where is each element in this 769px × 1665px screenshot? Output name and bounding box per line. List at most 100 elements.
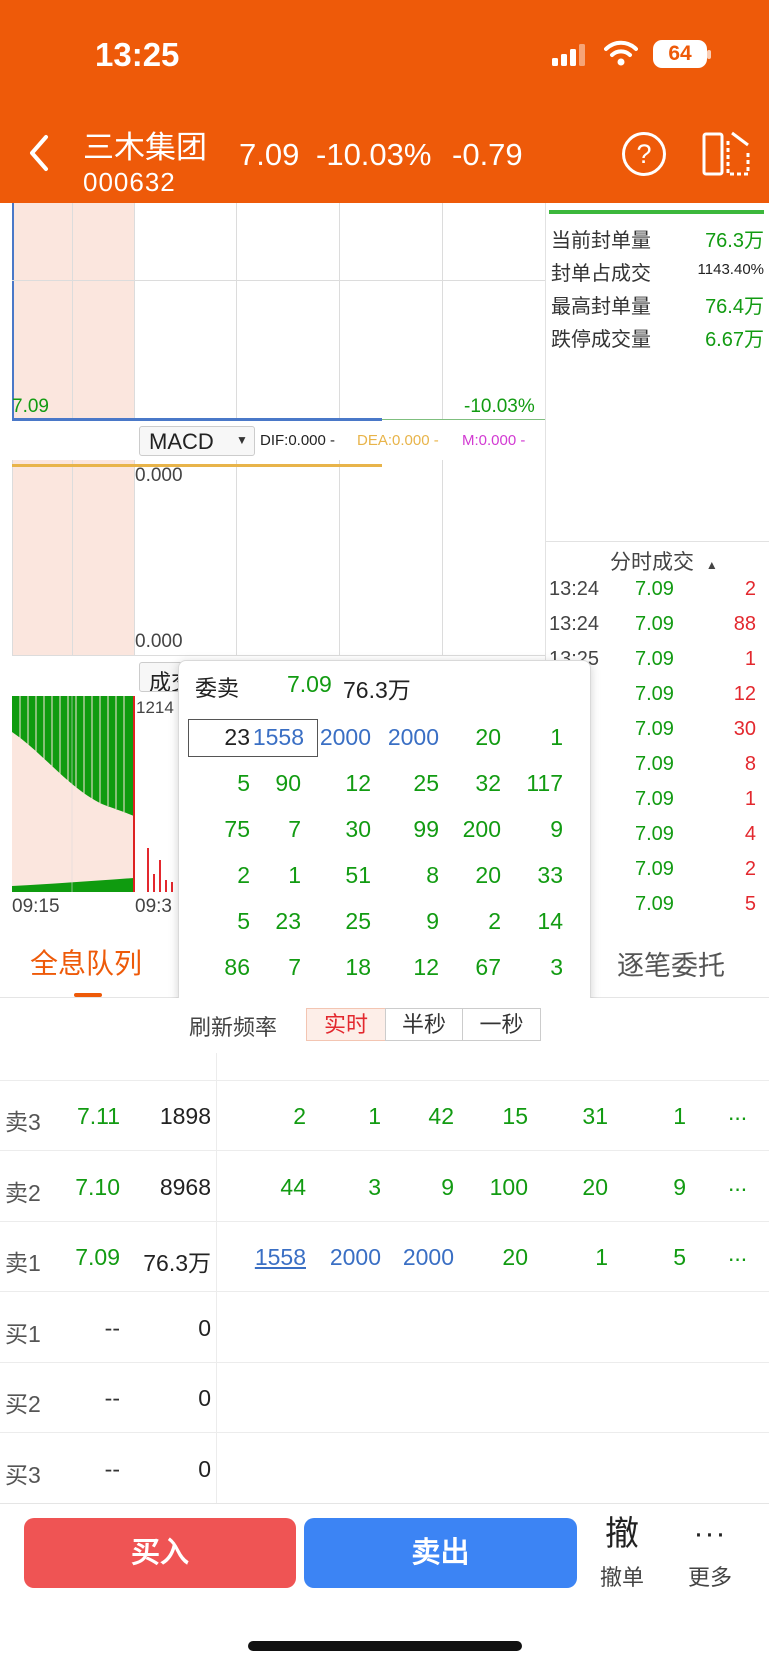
tab-tick-orders[interactable]: 逐笔委托 xyxy=(617,944,725,983)
order-cell: 1 xyxy=(595,1244,608,1270)
popup-order-cell: 3 xyxy=(550,954,563,980)
order-cell: 9 xyxy=(673,1173,686,1200)
order-book: 卖3 7.11 1898 2 1 42 15 31 1... 卖2 7.10 8968 44 3 9 100 2… xyxy=(0,1053,769,1503)
order-cell: 2000 xyxy=(329,1244,381,1270)
time-mid-label: 09:3 xyxy=(135,896,172,917)
order-cell: 9 xyxy=(441,1173,454,1200)
popup-order-cell: 99 xyxy=(413,816,439,842)
order-cell: 31 xyxy=(582,1103,608,1129)
refresh-half-second-button[interactable]: 半秒 xyxy=(385,1008,463,1041)
refresh-one-second-button[interactable]: 一秒 xyxy=(462,1008,541,1041)
popup-order-cell: 90 xyxy=(275,770,301,796)
more-button[interactable]: ··· 更多 xyxy=(680,1514,740,1594)
level-volume: 0 xyxy=(198,1314,211,1341)
popup-order-cell: 30 xyxy=(345,816,371,842)
switch-layout-icon[interactable] xyxy=(702,131,752,177)
order-book-row[interactable]: 卖1 7.09 76.3万 1558 2000 2000 20 1 5... xyxy=(0,1222,769,1292)
tick-panel-title[interactable]: 分时成交 ▲ xyxy=(610,546,718,576)
refresh-realtime-button[interactable]: 实时 xyxy=(306,1008,386,1041)
seal-row: 当前封单量 76.3万 xyxy=(551,230,764,252)
popup-order-cell: 67 xyxy=(475,954,501,980)
tab-indicator xyxy=(74,993,102,997)
order-cell: 1558 xyxy=(254,1244,306,1270)
m-value: M:0.000 - xyxy=(462,432,526,449)
order-book-row[interactable]: 买3 -- 0 xyxy=(0,1434,769,1503)
level-label: 卖1 xyxy=(5,1250,41,1276)
order-cell: 42 xyxy=(428,1103,454,1129)
pct-label: -10.03% xyxy=(464,396,535,417)
more-icon: ··· xyxy=(693,1517,727,1550)
macd-bottom-value: 0.000 xyxy=(135,631,183,652)
stock-name: 三木集团 xyxy=(83,130,207,165)
order-book-row[interactable]: 买2 -- 0 xyxy=(0,1363,769,1433)
level-price: -- xyxy=(104,1455,120,1482)
tab-full-queue[interactable]: 全息队列 xyxy=(30,942,142,982)
more-orders-icon[interactable]: ... xyxy=(728,1170,747,1197)
popup-price: 7.09 xyxy=(287,671,332,697)
popup-order-cell: 2 xyxy=(488,908,501,934)
macd-selector[interactable]: MACD ▼ xyxy=(139,426,255,456)
cancel-order-button[interactable]: 撤 撤单 xyxy=(592,1514,652,1594)
order-cell: 100 xyxy=(489,1173,528,1200)
price-label: 7.09 xyxy=(12,396,49,417)
order-book-row[interactable]: 卖2 7.10 8968 44 3 9 100 20 9... xyxy=(0,1152,769,1222)
macd-top-value: 0.000 xyxy=(135,465,183,486)
stock-change-pct: -10.03% xyxy=(316,137,432,172)
macd-label: MACD xyxy=(149,429,214,454)
level-volume: 0 xyxy=(198,1455,211,1482)
time-start-label: 09:15 xyxy=(12,896,60,917)
volume-max-label: 1214 xyxy=(136,698,174,717)
buy-button[interactable]: 买入 xyxy=(24,1518,296,1588)
more-orders-icon[interactable]: ... xyxy=(728,1099,747,1126)
popup-order-cell: 20 xyxy=(475,724,501,750)
order-cell: 20 xyxy=(502,1244,528,1270)
level-price: 7.10 xyxy=(75,1173,120,1200)
intraday-chart[interactable]: 7.09 -10.03% xyxy=(12,203,545,421)
order-cell: 15 xyxy=(502,1103,528,1129)
popup-order-cell: 117 xyxy=(526,770,563,796)
seal-row: 跌停成交量 6.67万 xyxy=(551,329,764,351)
level-volume: 76.3万 xyxy=(143,1250,211,1276)
popup-order-cell: 33 xyxy=(537,862,563,888)
order-book-row[interactable]: 买1 -- 0 xyxy=(0,1293,769,1363)
popup-order-cell: 25 xyxy=(345,908,371,934)
level-volume: 1898 xyxy=(159,1103,211,1129)
popup-order-cell: 9 xyxy=(550,816,563,842)
more-orders-icon[interactable]: ... xyxy=(728,1240,747,1267)
popup-order-cell: 1 xyxy=(550,724,563,750)
battery-tip xyxy=(707,50,711,59)
popup-order-cell: 20 xyxy=(475,862,501,888)
popup-order-cell: 7 xyxy=(288,954,301,980)
call-auction-area xyxy=(12,203,134,419)
popup-order-cell: 32 xyxy=(475,770,501,796)
back-icon[interactable] xyxy=(26,133,52,173)
volume-chart[interactable]: 1214 xyxy=(12,696,178,892)
level-volume: 8968 xyxy=(159,1173,211,1200)
stock-header: 13:25 64 三木集团 000632 7.09 -10.03% -0.79 … xyxy=(0,0,769,203)
level-price: -- xyxy=(104,1314,120,1341)
order-cell: 44 xyxy=(280,1173,306,1200)
home-indicator[interactable] xyxy=(248,1641,522,1651)
clipped-row xyxy=(0,1053,769,1081)
popup-order-cell: 1 xyxy=(288,862,301,888)
stock-code: 000632 xyxy=(83,167,176,197)
more-label: 更多 xyxy=(687,1565,732,1590)
sell-button[interactable]: 卖出 xyxy=(304,1518,577,1588)
macd-chart[interactable]: 0.000 0.000 xyxy=(12,460,545,656)
cancel-label: 撤单 xyxy=(599,1565,644,1590)
stock-change: -0.79 xyxy=(452,137,523,172)
popup-order-cell: 23 xyxy=(275,908,301,934)
queue-detail-popup[interactable]: 委卖 7.09 76.3万 23 1558 2000 2000 20 1 5 90 12 25 32… xyxy=(178,660,591,1005)
order-cell: 1 xyxy=(673,1103,686,1129)
popup-order-cell: 1558 xyxy=(252,724,304,750)
popup-volume: 76.3万 xyxy=(343,677,411,703)
popup-order-cell: 12 xyxy=(413,954,439,980)
level-label: 卖3 xyxy=(5,1109,41,1135)
level-price: 7.11 xyxy=(76,1103,120,1129)
cancel-icon: 撤 xyxy=(605,1515,639,1553)
help-icon[interactable]: ? xyxy=(622,132,666,176)
dropdown-caret-icon: ▼ xyxy=(236,433,248,447)
order-book-row[interactable]: 卖3 7.11 1898 2 1 42 15 31 1... xyxy=(0,1081,769,1151)
order-cell: 1 xyxy=(368,1103,381,1129)
tick-row: 13:24 7.09 2 xyxy=(549,578,756,600)
